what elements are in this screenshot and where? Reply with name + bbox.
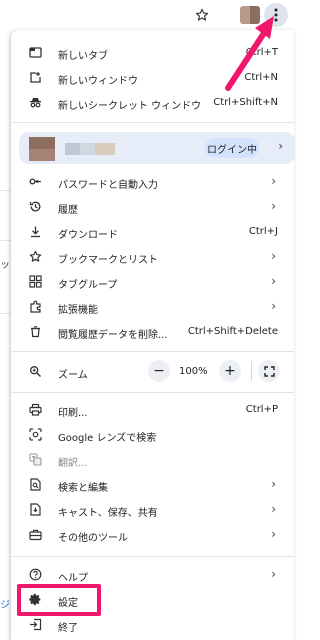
menu-item-translate[interactable]: 翻訳... (11, 447, 294, 472)
toolbox-icon (29, 528, 42, 541)
profile-name-blurred (65, 143, 115, 155)
exit-icon (29, 618, 42, 631)
menu-item-new-tab[interactable]: 新しいタブ Ctrl+T (11, 40, 294, 65)
chrome-main-menu: 新しいタブ Ctrl+T 新しいウィンドウ Ctrl+N 新しいシークレット ウ… (11, 30, 295, 640)
cast-save-share-icon (29, 503, 42, 516)
zoom-in-button[interactable]: + (219, 360, 241, 382)
menu-separator (11, 392, 294, 393)
chevron-right-icon: › (271, 477, 276, 491)
menu-separator (11, 122, 294, 123)
menu-item-google-lens[interactable]: Google レンズで検索 (11, 422, 294, 447)
page-text-fragment: ッ (0, 260, 10, 271)
menu-item-clear-browsing-data[interactable]: 閲覧履歴データを削除... Ctrl+Shift+Delete (11, 319, 294, 344)
translate-icon (29, 453, 42, 466)
menu-item-more-tools[interactable]: その他のツール › (11, 522, 294, 547)
star-outline-icon (195, 8, 209, 21)
menu-label: Google レンズで検索 (58, 433, 157, 444)
settings-highlight-box (17, 584, 101, 616)
menu-label: 新しいシークレット ウィンドウ (58, 101, 202, 112)
zoom-divider (251, 361, 252, 381)
menu-label: ブックマークとリスト (58, 255, 158, 266)
menu-item-print[interactable]: 印刷... Ctrl+P (11, 397, 294, 422)
chevron-right-icon: › (271, 527, 276, 541)
chevron-right-icon: › (271, 274, 276, 288)
menu-label: 閲覧履歴データを削除... (58, 330, 168, 341)
new-tab-icon (29, 46, 42, 59)
menu-item-tab-groups[interactable]: タブグループ › (11, 269, 294, 294)
menu-label: 検索と編集 (58, 483, 108, 494)
menu-item-find-edit[interactable]: 検索と編集 › (11, 472, 294, 497)
browser-toolbar (0, 0, 294, 30)
menu-label: その他のツール (58, 533, 128, 544)
help-icon (29, 568, 42, 581)
menu-item-zoom: ズーム − 100% + (11, 357, 294, 385)
chevron-right-icon: › (271, 199, 276, 213)
chevron-right-icon: › (271, 502, 276, 516)
menu-label: 拡張機能 (58, 305, 98, 316)
signed-in-chip[interactable]: ログイン中 (205, 138, 259, 158)
chevron-right-icon: › (271, 299, 276, 313)
chrome-menu-button[interactable] (264, 3, 288, 27)
zoom-level: 100% (179, 366, 208, 377)
menu-separator (11, 556, 294, 557)
shortcut-text: Ctrl+Shift+Delete (187, 326, 278, 337)
zoom-magnifier-icon (29, 365, 42, 378)
new-window-icon (29, 71, 42, 84)
menu-item-cast-save-share[interactable]: キャスト、保存、共有 › (11, 497, 294, 522)
menu-item-history[interactable]: 履歴 › (11, 194, 294, 219)
menu-item-downloads[interactable]: ダウンロード Ctrl+J (11, 219, 294, 244)
zoom-out-button[interactable]: − (148, 360, 170, 382)
menu-label: ダウンロード (58, 230, 118, 241)
trash-icon (29, 325, 42, 338)
print-icon (29, 403, 42, 416)
tab-groups-icon (29, 275, 42, 288)
menu-item-new-window[interactable]: 新しいウィンドウ Ctrl+N (11, 65, 294, 90)
lens-icon (29, 428, 42, 441)
menu-separator (11, 351, 294, 352)
more-vert-icon (274, 8, 278, 22)
bookmark-star-button[interactable] (192, 5, 212, 25)
download-icon (29, 225, 42, 238)
shortcut-text: Ctrl+J (248, 226, 278, 237)
menu-item-extensions[interactable]: 拡張機能 › (11, 294, 294, 319)
extension-icon (29, 300, 42, 313)
menu-item-bookmarks[interactable]: ブックマークとリスト › (11, 244, 294, 269)
menu-label: 翻訳... (58, 458, 88, 469)
profile-row[interactable]: ログイン中 › (19, 132, 295, 164)
fullscreen-button[interactable] (258, 360, 280, 382)
menu-label: ヘルプ (58, 573, 88, 584)
menu-label: タブグループ (58, 280, 118, 291)
profile-avatar (29, 137, 55, 161)
chevron-right-icon: › (278, 139, 283, 153)
menu-label: 履歴 (58, 205, 78, 216)
key-icon (29, 175, 42, 188)
menu-label: 終了 (58, 623, 78, 634)
page-link-fragment: ジ (0, 600, 10, 611)
chevron-right-icon: › (271, 567, 276, 581)
menu-label: 新しいウィンドウ (58, 76, 138, 87)
profile-avatar-button[interactable] (240, 6, 260, 24)
shortcut-text: Ctrl+Shift+N (213, 97, 278, 108)
menu-label: キャスト、保存、共有 (58, 508, 158, 519)
find-edit-icon (29, 478, 42, 491)
menu-item-incognito[interactable]: 新しいシークレット ウィンドウ Ctrl+Shift+N (11, 90, 294, 115)
shortcut-text: Ctrl+T (245, 47, 278, 58)
menu-label: 印刷... (58, 408, 88, 419)
history-icon (29, 200, 42, 213)
shortcut-text: Ctrl+P (245, 404, 278, 415)
menu-label: ズーム (58, 370, 88, 381)
menu-item-passwords[interactable]: パスワードと自動入力 › (11, 169, 294, 194)
bookmark-star-icon (29, 250, 42, 263)
incognito-icon (29, 96, 42, 109)
chevron-right-icon: › (271, 249, 276, 263)
menu-label: 新しいタブ (58, 51, 108, 62)
fullscreen-icon (263, 365, 275, 377)
chevron-right-icon: › (271, 174, 276, 188)
shortcut-text: Ctrl+N (244, 72, 278, 83)
menu-label: パスワードと自動入力 (58, 180, 158, 191)
